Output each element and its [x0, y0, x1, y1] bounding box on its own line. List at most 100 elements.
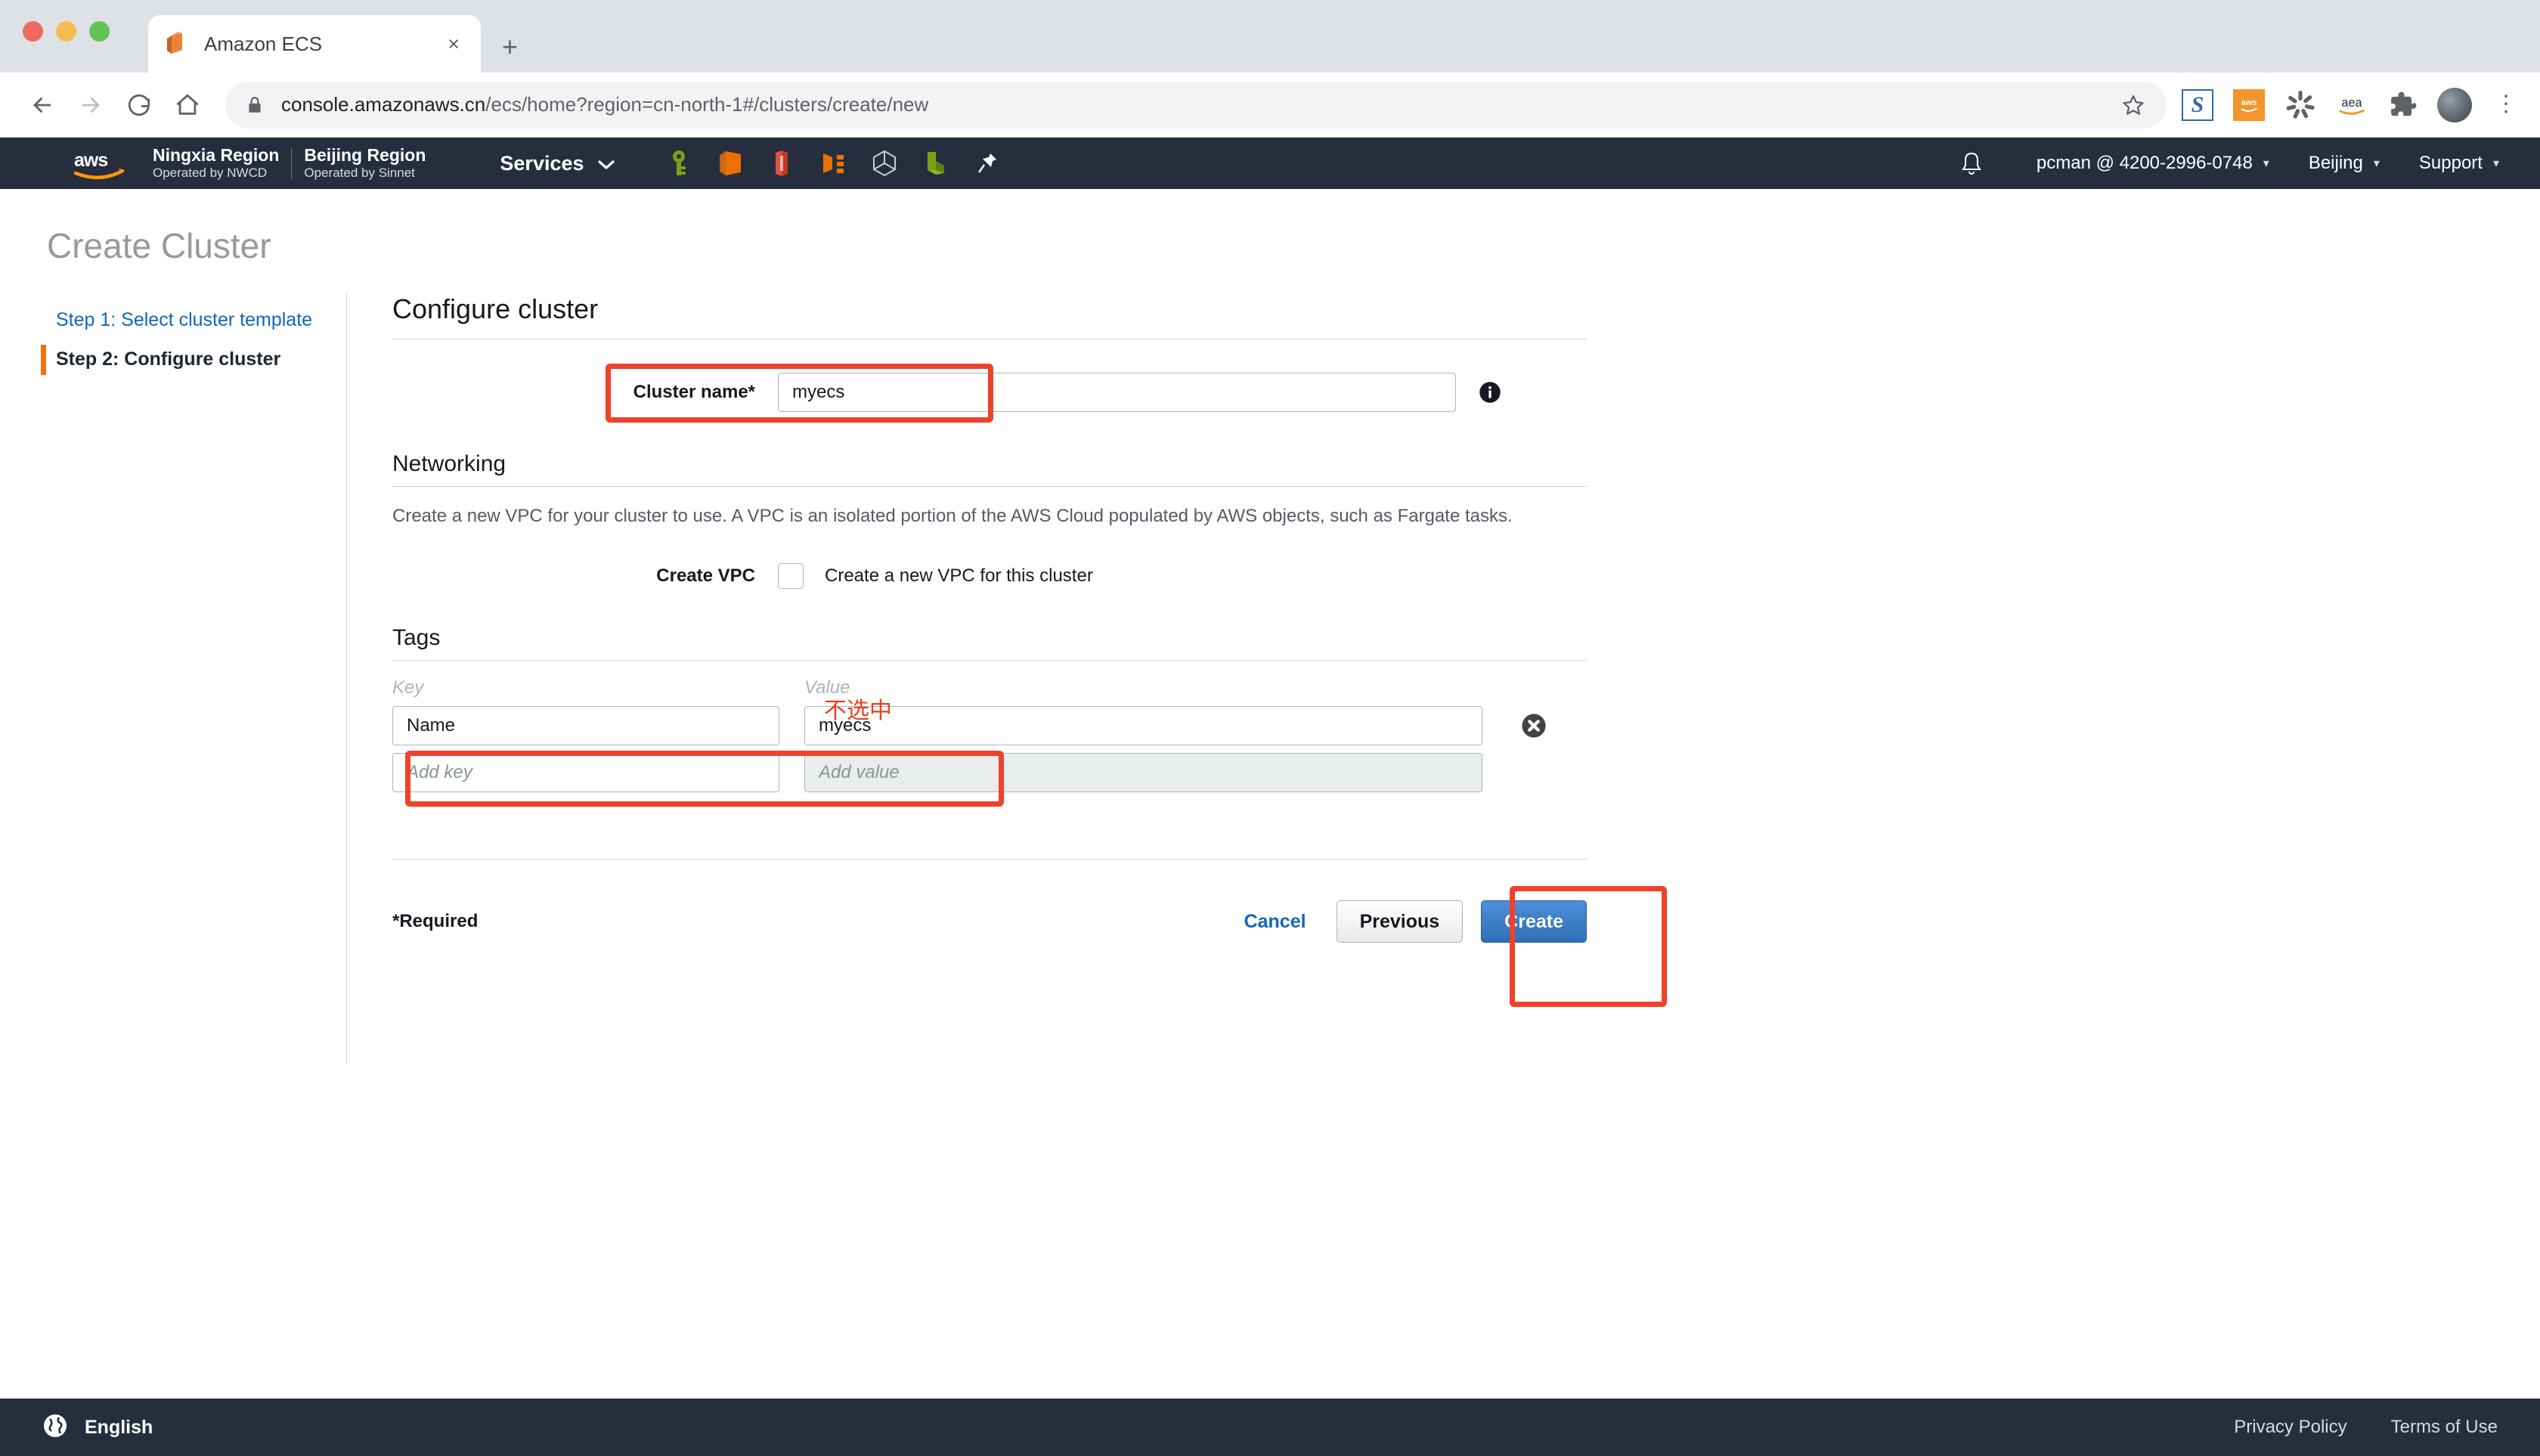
browser-tab[interactable]: Amazon ECS × — [148, 15, 481, 73]
cancel-button[interactable]: Cancel — [1214, 911, 1337, 933]
tag-key-input[interactable] — [392, 706, 779, 746]
language-label: English — [85, 1416, 153, 1438]
services-menu-label: Services — [500, 151, 584, 175]
networking-description: Create a new VPC for your cluster to use… — [392, 506, 1513, 526]
chevron-down-icon — [597, 152, 615, 175]
home-button[interactable] — [163, 81, 212, 129]
tags-key-header: Key — [392, 677, 424, 699]
forward-button[interactable] — [67, 81, 115, 129]
terms-of-use-link[interactable]: Terms of Use — [2391, 1417, 2498, 1438]
address-bar[interactable]: console.amazonaws.cn/ecs/home?region=cn-… — [225, 81, 2167, 129]
lock-icon — [245, 95, 265, 115]
wizard-buttons: Cancel Previous Create — [1214, 900, 1587, 943]
svg-text:aws: aws — [2241, 98, 2257, 107]
bookmark-star-icon[interactable] — [2114, 85, 2153, 125]
page-title: Create Cluster — [47, 226, 271, 265]
back-button[interactable] — [18, 81, 67, 129]
region-ningxia-operator: Operated by NWCD — [153, 165, 268, 180]
privacy-policy-link[interactable]: Privacy Policy — [2234, 1417, 2346, 1438]
cube-icon[interactable] — [870, 148, 899, 178]
maximize-window-button[interactable] — [89, 21, 110, 42]
remove-circle-icon[interactable] — [1521, 713, 1547, 739]
tag-value-cell — [804, 706, 1485, 746]
chevron-down-icon: ▾ — [2263, 157, 2269, 170]
footer-links: Privacy Policy Terms of Use — [2234, 1417, 2498, 1438]
cluster-name-row: Cluster name* — [392, 373, 1587, 412]
aws-extension-icon[interactable]: aws — [2232, 88, 2266, 122]
browser-tab-strip: Amazon ECS × + — [0, 0, 2540, 73]
tab-close-icon[interactable]: × — [441, 29, 466, 59]
new-tag-value-cell — [804, 753, 1485, 793]
create-vpc-label: Create VPC — [656, 565, 755, 587]
info-icon[interactable] — [1479, 381, 1501, 404]
sidebar-item-step-2[interactable]: Step 2: Configure cluster — [41, 340, 346, 379]
svg-text:aea: aea — [2341, 95, 2362, 109]
new-tab-button[interactable]: + — [502, 33, 518, 60]
aea-extension-icon[interactable]: aea — [2334, 88, 2369, 122]
region-beijing-name: Beijing Region — [304, 144, 426, 165]
table-row — [392, 753, 1587, 793]
aws-nav-right: pcman @ 4200-2996-0748 ▾ Beijing ▾ Suppo… — [1959, 150, 2519, 176]
service-shortcuts — [664, 148, 1002, 178]
region-beijing-operator: Operated by Sinnet — [304, 165, 415, 180]
redshift-icon[interactable] — [767, 148, 796, 178]
browser-extensions: S aws aea ⋮ — [2180, 87, 2522, 122]
sidebar-item-step-1[interactable]: Step 1: Select cluster template — [47, 301, 346, 340]
iam-key-icon[interactable] — [664, 148, 693, 178]
minimize-window-button[interactable] — [56, 21, 76, 42]
pin-icon[interactable] — [973, 148, 1002, 178]
support-menu[interactable]: Support ▾ — [2399, 153, 2519, 174]
create-vpc-row: Create VPC Create a new VPC for this clu… — [392, 563, 1587, 590]
table-row — [392, 706, 1587, 746]
aws-logo-icon[interactable]: aws — [73, 145, 129, 181]
create-vpc-checkbox[interactable] — [778, 563, 804, 590]
cluster-name-input[interactable] — [778, 373, 1456, 412]
chevron-down-icon: ▾ — [2373, 157, 2380, 170]
close-window-button[interactable] — [23, 21, 43, 42]
globe-icon — [42, 1413, 68, 1442]
snagit-extension-icon[interactable]: S — [2180, 88, 2215, 122]
tag-key-cell — [392, 706, 804, 746]
new-tag-key-input[interactable] — [392, 753, 779, 793]
profile-avatar[interactable] — [2437, 87, 2472, 122]
ec2-icon[interactable] — [716, 148, 745, 178]
wizard-steps: Step 1: Select cluster template Step 2: … — [0, 293, 346, 1064]
region-menu-label: Beijing — [2308, 153, 2363, 173]
s3-icon[interactable] — [922, 148, 950, 178]
configure-cluster-heading: Configure cluster — [392, 293, 1587, 339]
new-tag-key-cell — [392, 753, 804, 793]
wizard-footer: *Required Cancel Previous Create — [392, 900, 1587, 943]
required-note: *Required — [392, 911, 479, 932]
region-menu[interactable]: Beijing ▾ — [2289, 153, 2399, 174]
region-ningxia: Ningxia Region Operated by NWCD — [153, 145, 291, 181]
address-bar-url: console.amazonaws.cn/ecs/home?region=cn-… — [281, 93, 929, 116]
configure-cluster-panel: Configure cluster Cluster name* Networki… — [392, 293, 1587, 943]
services-menu-button[interactable]: Services — [500, 151, 615, 175]
support-menu-label: Support — [2418, 153, 2483, 173]
aws-navigation-bar: aws Ningxia Region Operated by NWCD Beij… — [0, 138, 2540, 189]
svg-text:aws: aws — [74, 150, 107, 171]
account-label: pcman @ 4200-2996-0748 — [2036, 153, 2253, 173]
region-info: Ningxia Region Operated by NWCD Beijing … — [153, 144, 438, 181]
burst-extension-icon[interactable] — [2283, 88, 2318, 122]
browser-tab-title: Amazon ECS — [204, 32, 323, 55]
create-button[interactable]: Create — [1481, 900, 1587, 943]
tag-value-input[interactable] — [804, 706, 1482, 746]
directory-service-icon[interactable] — [819, 148, 847, 178]
tags-value-header: Value — [804, 677, 850, 699]
puzzle-extensions-icon[interactable] — [2386, 88, 2421, 122]
notifications-bell-icon[interactable] — [1959, 150, 1984, 176]
language-selector[interactable]: English — [42, 1413, 153, 1442]
reload-button[interactable] — [115, 81, 163, 129]
region-beijing: Beijing Region Operated by Sinnet — [292, 144, 438, 181]
cluster-name-label: Cluster name* — [633, 382, 755, 402]
new-tag-value-input[interactable] — [804, 753, 1482, 793]
footer-divider — [392, 859, 1587, 860]
page-body: Create Cluster Step 1: Select cluster te… — [0, 189, 2540, 1456]
create-vpc-checkbox-text: Create a new VPC for this cluster — [825, 565, 1093, 587]
browser-menu-icon[interactable]: ⋮ — [2489, 93, 2517, 115]
previous-button[interactable]: Previous — [1336, 900, 1464, 943]
amazon-ecs-favicon-icon — [163, 30, 190, 57]
account-menu[interactable]: pcman @ 4200-2996-0748 ▾ — [2017, 153, 2289, 174]
annotation-no-select-note: 不选中 — [824, 699, 892, 723]
